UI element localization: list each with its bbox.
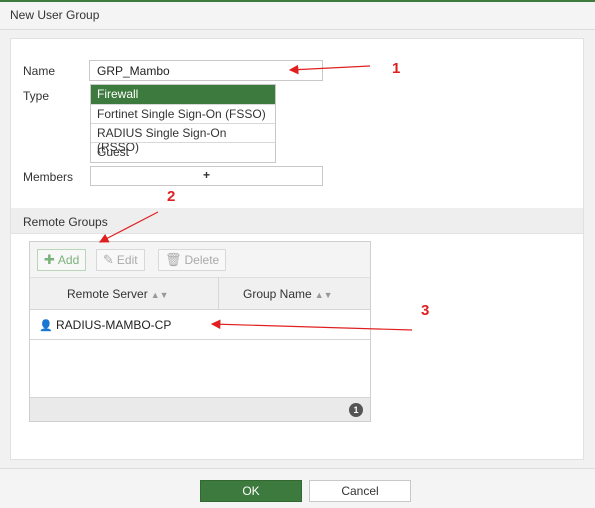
- type-listbox[interactable]: Firewall Fortinet Single Sign-On (FSSO) …: [90, 84, 276, 163]
- plus-icon: +: [202, 168, 210, 182]
- remote-groups-header: Remote Groups: [11, 208, 583, 234]
- column-header-remote-server[interactable]: Remote Server ▲▼: [67, 287, 169, 301]
- type-option-rsso[interactable]: RADIUS Single Sign-On (RSSO): [91, 123, 275, 154]
- column-label: Remote Server: [67, 287, 148, 301]
- name-input[interactable]: GRP_Mambo: [89, 60, 323, 81]
- remote-server-cell: RADIUS-MAMBO-CP: [56, 318, 172, 332]
- type-option-firewall[interactable]: Firewall: [91, 85, 275, 104]
- delete-label: Delete: [184, 253, 220, 267]
- add-label: Add: [57, 253, 80, 267]
- cancel-button[interactable]: Cancel: [309, 480, 411, 502]
- sort-icon: ▲▼: [150, 290, 169, 300]
- edit-label: Edit: [116, 253, 138, 267]
- column-header-group-name[interactable]: Group Name ▲▼: [243, 287, 333, 301]
- type-label: Type: [23, 89, 50, 103]
- user-server-icon: 👤: [39, 320, 53, 332]
- pencil-icon: ✎: [103, 252, 114, 267]
- remote-groups-title: Remote Groups: [23, 215, 108, 229]
- count-badge: 1: [349, 403, 363, 417]
- remote-groups-table: ✚ Add ✎ Edit 🗑 Delete Remote Server ▲▼ Group…: [29, 241, 371, 422]
- sort-icon: ▲▼: [314, 290, 333, 300]
- callout-number-1: 1: [392, 60, 401, 77]
- plus-icon: ✚: [44, 252, 55, 267]
- type-option-fsso[interactable]: Fortinet Single Sign-On (FSSO): [91, 104, 275, 123]
- remote-groups-toolbar: ✚ Add ✎ Edit 🗑 Delete: [30, 242, 370, 278]
- name-label: Name: [23, 64, 56, 78]
- trash-icon: 🗑: [165, 252, 182, 267]
- edit-button[interactable]: ✎ Edit: [96, 249, 145, 271]
- table-footer: 1: [30, 397, 370, 421]
- callout-number-3: 3: [421, 302, 430, 319]
- members-label: Members: [23, 170, 74, 184]
- delete-button[interactable]: 🗑 Delete: [158, 249, 227, 271]
- table-row[interactable]: 👤 RADIUS-MAMBO-CP: [30, 310, 370, 340]
- add-member-button[interactable]: +: [90, 166, 323, 186]
- ok-button[interactable]: OK: [200, 480, 302, 502]
- add-button[interactable]: ✚ Add: [37, 249, 87, 271]
- type-option-guest[interactable]: Guest: [91, 142, 275, 161]
- dialog-title: New User Group: [10, 8, 100, 22]
- column-label: Group Name: [243, 287, 312, 301]
- callout-number-2: 2: [167, 188, 176, 205]
- column-divider: [218, 278, 219, 310]
- dialog-title-bar: New User Group: [0, 0, 595, 30]
- dialog-footer: OK Cancel: [0, 468, 595, 508]
